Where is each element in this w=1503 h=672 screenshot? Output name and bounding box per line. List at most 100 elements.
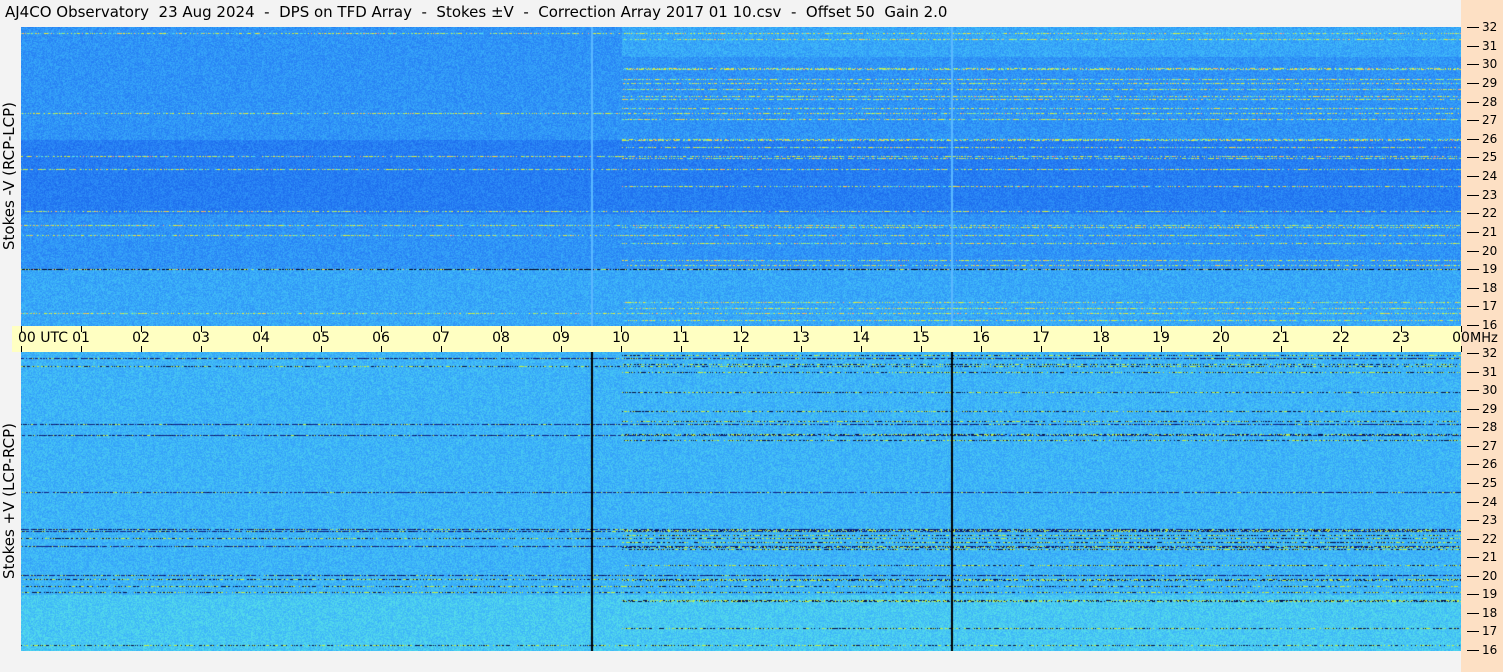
- stokes-plus-v-spectrogram: [21, 352, 1461, 651]
- frequency-tick-label: 32: [1482, 20, 1498, 34]
- frequency-tick: [1467, 176, 1479, 177]
- frequency-tick: [1467, 27, 1479, 28]
- frequency-tick-label: 26: [1482, 132, 1498, 146]
- frequency-tick-label: 29: [1482, 402, 1498, 416]
- frequency-tick-label: 31: [1482, 365, 1498, 379]
- time-tick-label: 23: [1392, 330, 1410, 346]
- frequency-tick-label: 23: [1482, 513, 1498, 527]
- frequency-unit-label: MHz: [1470, 331, 1498, 346]
- time-tick-label: 07: [432, 330, 450, 346]
- frequency-tick: [1467, 650, 1479, 651]
- frequency-tick-label: 28: [1482, 420, 1498, 434]
- frequency-tick: [1467, 409, 1479, 410]
- frequency-tick-label: 20: [1482, 569, 1498, 583]
- frequency-tick: [1467, 46, 1479, 47]
- frequency-tick: [1467, 520, 1479, 521]
- stokes-minus-v-spectrogram: [21, 27, 1461, 326]
- frequency-tick-label: 30: [1482, 57, 1498, 71]
- time-tick: [321, 346, 322, 352]
- time-tick-label: 12: [732, 330, 750, 346]
- time-tick-label: 18: [1092, 330, 1110, 346]
- time-tick-label: 20: [1212, 330, 1230, 346]
- time-tick-label: 16: [972, 330, 990, 346]
- frequency-tick: [1467, 306, 1479, 307]
- frequency-tick: [1467, 613, 1479, 614]
- frequency-tick-label: 27: [1482, 439, 1498, 453]
- time-tick: [981, 346, 982, 352]
- frequency-tick-label: 22: [1482, 206, 1498, 220]
- time-tick-label: 09: [552, 330, 570, 346]
- frequency-tick-label: 19: [1482, 587, 1498, 601]
- frequency-tick: [1467, 502, 1479, 503]
- time-tick: [861, 346, 862, 352]
- time-tick-label: 00: [1452, 330, 1470, 346]
- chart-title: AJ4CO Observatory 23 Aug 2024 - DPS on T…: [5, 3, 948, 21]
- frequency-tick-label: 22: [1482, 532, 1498, 546]
- time-tick-label: 06: [372, 330, 390, 346]
- time-tick: [1281, 346, 1282, 352]
- time-tick: [921, 346, 922, 352]
- frequency-tick: [1467, 213, 1479, 214]
- time-tick: [1461, 346, 1462, 352]
- frequency-tick: [1467, 325, 1479, 326]
- frequency-tick: [1467, 539, 1479, 540]
- frequency-tick-label: 20: [1482, 244, 1498, 258]
- frequency-tick: [1467, 195, 1479, 196]
- time-tick-label: 10: [612, 330, 630, 346]
- frequency-tick-label: 21: [1482, 550, 1498, 564]
- frequency-tick: [1467, 120, 1479, 121]
- frequency-tick: [1467, 251, 1479, 252]
- time-tick: [501, 346, 502, 352]
- frequency-tick-label: 25: [1482, 150, 1498, 164]
- frequency-tick: [1467, 269, 1479, 270]
- time-tick-label: 00 UTC: [17, 330, 69, 346]
- time-tick: [201, 346, 202, 352]
- frequency-tick-label: 18: [1482, 281, 1498, 295]
- time-tick: [141, 346, 142, 352]
- frequency-tick: [1467, 390, 1479, 391]
- time-tick: [1101, 346, 1102, 352]
- frequency-tick-label: 26: [1482, 457, 1498, 471]
- frequency-tick: [1467, 427, 1479, 428]
- time-tick: [621, 346, 622, 352]
- frequency-tick-label: 17: [1482, 299, 1498, 313]
- frequency-tick: [1467, 594, 1479, 595]
- time-tick: [1041, 346, 1042, 352]
- frequency-tick-label: 30: [1482, 383, 1498, 397]
- frequency-tick-label: 28: [1482, 95, 1498, 109]
- time-tick: [741, 346, 742, 352]
- frequency-tick: [1467, 139, 1479, 140]
- time-tick-label: 13: [792, 330, 810, 346]
- top-panel-ylabel: Stokes -V (RCP-LCP): [0, 102, 18, 250]
- bottom-panel-ylabel: Stokes +V (LCP-RCP): [0, 423, 18, 579]
- time-tick: [801, 346, 802, 352]
- time-tick-label: 05: [312, 330, 330, 346]
- frequency-tick-label: 24: [1482, 169, 1498, 183]
- time-tick: [381, 346, 382, 352]
- frequency-tick-label: 21: [1482, 225, 1498, 239]
- time-tick-label: 03: [192, 330, 210, 346]
- time-tick-label: 17: [1032, 330, 1050, 346]
- frequency-tick-label: 24: [1482, 495, 1498, 509]
- time-tick: [561, 346, 562, 352]
- time-tick: [441, 346, 442, 352]
- time-tick-label: 11: [672, 330, 690, 346]
- frequency-tick-label: 16: [1482, 318, 1498, 332]
- time-tick: [681, 346, 682, 352]
- time-tick: [1341, 346, 1342, 352]
- frequency-tick: [1467, 64, 1479, 65]
- time-tick-label: 21: [1272, 330, 1290, 346]
- frequency-tick: [1467, 288, 1479, 289]
- frequency-tick-label: 18: [1482, 606, 1498, 620]
- time-tick-label: 01: [72, 330, 90, 346]
- frequency-tick: [1467, 353, 1479, 354]
- time-tick: [1161, 346, 1162, 352]
- frequency-tick-label: 19: [1482, 262, 1498, 276]
- frequency-tick: [1467, 483, 1479, 484]
- frequency-tick: [1467, 576, 1479, 577]
- frequency-tick-label: 27: [1482, 113, 1498, 127]
- time-tick-label: 22: [1332, 330, 1350, 346]
- frequency-tick-label: 32: [1482, 346, 1498, 360]
- time-tick-label: 15: [912, 330, 930, 346]
- time-tick: [1401, 346, 1402, 352]
